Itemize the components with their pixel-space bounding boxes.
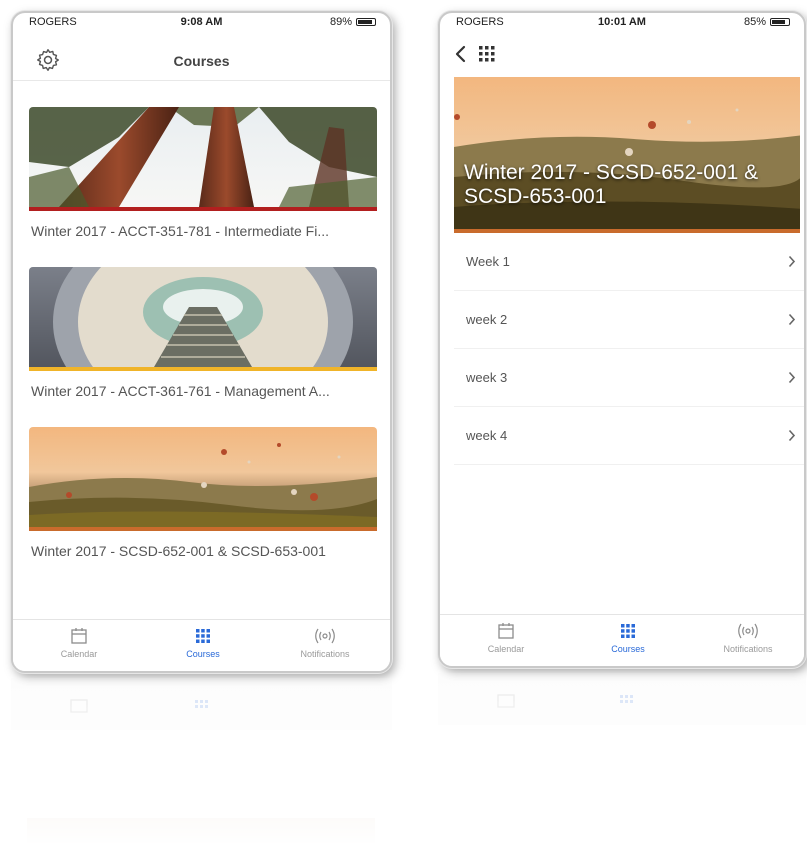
course-card[interactable]: Winter 2017 - SCSD-652-001 & SCSD-653-00…: [29, 427, 377, 559]
week-label: Week 1: [466, 254, 510, 269]
tab-notifications[interactable]: Notifications: [698, 621, 798, 654]
grid-icon[interactable]: [478, 45, 496, 63]
page-title: Courses: [173, 53, 230, 69]
course-detail-screen: ROGERS 10:01 AM 85% Winter 2017 - SCSD-6…: [438, 11, 806, 668]
status-bar: ROGERS 10:01 AM 85%: [440, 13, 804, 33]
battery-fill: [358, 20, 373, 24]
grid-icon: [621, 624, 635, 638]
nav-bar: Courses: [13, 33, 390, 81]
tab-label: Courses: [186, 649, 220, 659]
battery-icon: [770, 18, 790, 26]
reflection-fade: [11, 678, 392, 843]
reflection-right: [438, 673, 806, 843]
tab-calendar[interactable]: Calendar: [456, 621, 556, 654]
battery-fill: [772, 20, 786, 24]
nav-bar: [440, 33, 804, 75]
course-title: Winter 2017 - SCSD-652-001 & SCSD-653-00…: [464, 161, 759, 208]
course-card[interactable]: Winter 2017 - ACCT-361-761 - Management …: [29, 267, 377, 399]
course-card[interactable]: Winter 2017 - ACCT-351-781 - Intermediat…: [29, 107, 377, 239]
calendar-icon: [498, 623, 514, 639]
tab-label: Notifications: [300, 649, 350, 659]
tab-calendar[interactable]: Calendar: [29, 626, 129, 659]
chevron-right-icon: [788, 255, 796, 268]
grid-icon: [196, 629, 210, 643]
tab-label: Notifications: [723, 644, 773, 654]
chevron-right-icon: [788, 313, 796, 326]
status-bar: ROGERS 9:08 AM 89%: [13, 13, 390, 33]
reflection-left: [11, 678, 392, 843]
course-image-forest[interactable]: [29, 107, 377, 207]
course-image-balloons[interactable]: [29, 427, 377, 527]
broadcast-icon: [315, 628, 335, 644]
week-label: week 3: [466, 370, 508, 385]
course-color-stripe: [29, 367, 377, 371]
tab-bar: Calendar Courses Notifications: [440, 614, 804, 666]
tab-courses[interactable]: Courses: [153, 626, 253, 659]
course-title[interactable]: Winter 2017 - ACCT-351-781 - Intermediat…: [29, 223, 377, 239]
battery-percent: 85%: [743, 16, 766, 28]
course-image-tunnel[interactable]: [29, 267, 377, 367]
week-row[interactable]: Week 1: [454, 233, 804, 291]
course-title[interactable]: Winter 2017 - ACCT-361-761 - Management …: [29, 383, 377, 399]
week-row[interactable]: week 2: [454, 291, 804, 349]
week-label: week 2: [466, 312, 508, 327]
week-row[interactable]: week 3: [454, 349, 804, 407]
chevron-right-icon: [788, 371, 796, 384]
tab-label: Calendar: [60, 649, 98, 659]
course-color-stripe: [29, 207, 377, 211]
course-hero-image: Winter 2017 - SCSD-652-001 & SCSD-653-00…: [454, 77, 800, 229]
courses-screen: ROGERS 9:08 AM 89% Courses Winter 2017 -…: [11, 11, 392, 673]
week-row[interactable]: week 4: [454, 407, 804, 465]
course-title[interactable]: Winter 2017 - SCSD-652-001 & SCSD-653-00…: [29, 543, 377, 559]
tab-courses[interactable]: Courses: [578, 621, 678, 654]
tab-bar: Calendar Courses Notifications: [13, 619, 390, 671]
battery-icon: [356, 18, 376, 26]
week-label: week 4: [466, 428, 508, 443]
status-right: 85%: [744, 16, 790, 28]
calendar-icon: [71, 628, 87, 644]
course-color-stripe: [29, 527, 377, 531]
broadcast-icon: [738, 623, 758, 639]
status-right: 89%: [330, 16, 376, 28]
tab-notifications[interactable]: Notifications: [275, 626, 375, 659]
tab-label: Calendar: [487, 644, 525, 654]
tab-label: Courses: [611, 644, 645, 654]
chevron-right-icon: [788, 429, 796, 442]
battery-percent: 89%: [329, 16, 352, 28]
reflection-fade: [438, 673, 806, 843]
back-chevron-icon[interactable]: [454, 43, 468, 65]
